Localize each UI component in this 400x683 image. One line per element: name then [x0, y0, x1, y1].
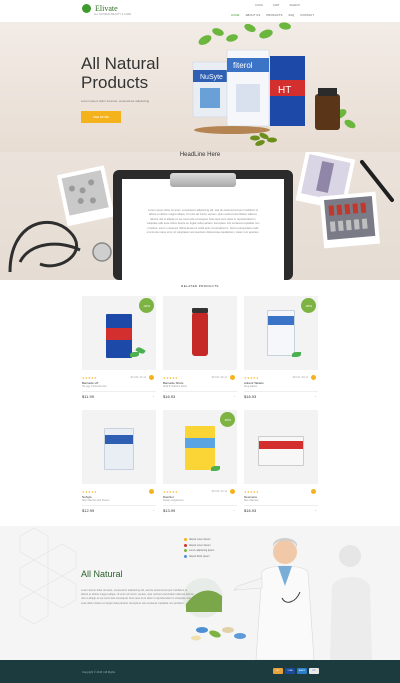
product-image — [244, 410, 318, 484]
product-desc: Hiy Agy. Protection diet — [82, 385, 107, 388]
product-price: $16.93 — [244, 394, 257, 399]
discount-badge: -30% — [139, 298, 154, 313]
page: Elivate ALL NATURAL BEAUTY & CARE LOGIN … — [0, 0, 400, 683]
footer — [0, 660, 400, 683]
product-desc: Dietary supplement — [163, 499, 184, 502]
more-icon[interactable]: › — [315, 508, 316, 512]
copyright: Copyright © 2016 | All Rights — [82, 671, 116, 674]
rating-stars: ★★★★★ — [82, 490, 97, 494]
more-icon[interactable]: › — [153, 508, 154, 512]
hero-banner: NuSyte fiterol HT All Natural Products L… — [0, 22, 400, 152]
product-image — [82, 410, 156, 484]
nav-products[interactable]: PRODUCTS — [266, 14, 282, 17]
product-box — [258, 436, 304, 466]
product-desc: Multi B Vitamins Shots — [163, 385, 187, 388]
logo[interactable]: Elivate — [82, 4, 118, 13]
legend-item: Aliquis Lorem Ipsum — [184, 543, 214, 547]
legend-item: Lorem adipiscing Ipsum — [184, 549, 214, 552]
product-image — [163, 296, 237, 370]
header — [0, 0, 400, 22]
legend-item: Aliquis Lorem Ipsum — [184, 538, 214, 541]
product-card[interactable]: ★★★★★ Newmera Skin Vitamins $16.93 › — [244, 410, 318, 527]
main-nav: HOME ABOUT US PRODUCTS FAQ CONTACT — [231, 14, 314, 17]
login-link[interactable]: LOGIN — [255, 4, 263, 7]
rating-stars: ★★★★★ — [244, 376, 259, 380]
product-box — [185, 426, 215, 470]
product-card[interactable]: -30% ★★★★★ $19.20 / $3.14 Adrenil Tablet… — [244, 296, 318, 413]
more-icon[interactable]: › — [234, 508, 235, 512]
product-card[interactable]: ★★★★★ $19.90 / $2.14 Barnacle Shots Mult… — [163, 296, 237, 413]
product-price: $16.93 — [163, 394, 176, 399]
old-price: $14.99 / $1.14 — [130, 376, 146, 379]
nav-about[interactable]: ABOUT US — [246, 14, 261, 17]
rating-stars: ★★★★★ — [163, 376, 178, 380]
nav-home[interactable]: HOME — [231, 14, 240, 17]
all-natural-text: Lorem ipsum dolor sit amet, consectetur … — [81, 589, 194, 605]
discount-badge: -30% — [301, 298, 316, 313]
discount-badge: -60% — [220, 412, 235, 427]
product-price: $16.93 — [244, 508, 257, 513]
product-box — [104, 428, 134, 470]
amex-icon: AMEX — [297, 668, 307, 674]
more-icon[interactable]: › — [315, 394, 316, 398]
legend: Aliquis Lorem Ipsum Aliquis Lorem Ipsum … — [184, 538, 214, 560]
old-price: $16.99 / $1.14 — [211, 490, 227, 493]
cart-icon[interactable] — [311, 375, 316, 380]
cart-icon[interactable] — [230, 375, 235, 380]
product-price: $13.99 — [163, 508, 176, 513]
product-price: $12.99 — [82, 508, 95, 513]
hero-title: All Natural Products — [81, 54, 160, 92]
product-card[interactable]: -30% ★★★★★ $14.99 / $1.14 Barnacle HT Hi… — [82, 296, 156, 413]
product-desc: Drug tablets — [244, 385, 257, 388]
product-desc: Skin Vitamins and Protein — [82, 499, 110, 502]
product-card[interactable]: -60% ★★★★★ $16.99 / $1.14 DieuSol Dietar… — [163, 410, 237, 527]
leaf-logo-icon — [82, 4, 91, 13]
brand-tagline: ALL NATURAL BEAUTY & CARE — [94, 13, 132, 16]
rating-stars: ★★★★★ — [163, 490, 178, 494]
headline-text: Lorem ipsum dolor sit amet, consectetur … — [146, 209, 260, 235]
paypal-icon: PP — [309, 668, 319, 674]
mastercard-icon: MC — [273, 668, 283, 674]
product-desc: Skin Vitamins — [244, 499, 259, 502]
product-box — [106, 314, 132, 358]
cart-icon[interactable] — [149, 375, 154, 380]
product-box — [267, 310, 295, 356]
product-bottle — [192, 308, 208, 356]
hero-illustration: NuSyte fiterol HT — [192, 22, 356, 146]
see-more-button[interactable]: SEE MORE — [81, 111, 121, 123]
svg-text:HT: HT — [278, 85, 291, 96]
nav-faq[interactable]: FAQ — [289, 14, 295, 17]
more-icon[interactable]: › — [153, 394, 154, 398]
svg-text:NuSyte: NuSyte — [200, 74, 223, 81]
rating-stars: ★★★★★ — [82, 376, 97, 380]
all-natural-title: All Natural — [81, 569, 123, 579]
payment-icons: MC VISA AMEX PP — [273, 668, 319, 674]
brand-name: Elivate — [95, 4, 118, 13]
more-icon[interactable]: › — [234, 394, 235, 398]
topbar: LOGIN CART SEARCH — [255, 4, 300, 7]
products-title: RELATED PRODUCTS — [181, 284, 219, 288]
cart-icon[interactable] — [230, 489, 235, 494]
rating-stars: ★★★★★ — [244, 490, 259, 494]
product-card[interactable]: ★★★★★ NuSyte Skin Vitamins and Protein $… — [82, 410, 156, 527]
hero-subtitle: Lorem ipsum dolor sit amet, consectetur … — [81, 99, 150, 103]
cart-icon[interactable] — [149, 489, 154, 494]
svg-text:fiterol: fiterol — [233, 61, 253, 70]
nav-contact[interactable]: CONTACT — [300, 14, 314, 17]
clipboard-clip — [170, 173, 236, 187]
headline-title: HeadLine Here — [179, 152, 221, 158]
old-price: $19.90 / $2.14 — [211, 376, 227, 379]
cart-link[interactable]: CART — [273, 4, 280, 7]
cart-icon[interactable] — [311, 489, 316, 494]
search-link[interactable]: SEARCH — [290, 4, 300, 7]
visa-icon: VISA — [285, 668, 295, 674]
legend-item: Aliquis Dolor Ipsum — [184, 554, 214, 558]
old-price: $19.20 / $3.14 — [292, 376, 308, 379]
product-price: $11.99 — [82, 394, 94, 399]
